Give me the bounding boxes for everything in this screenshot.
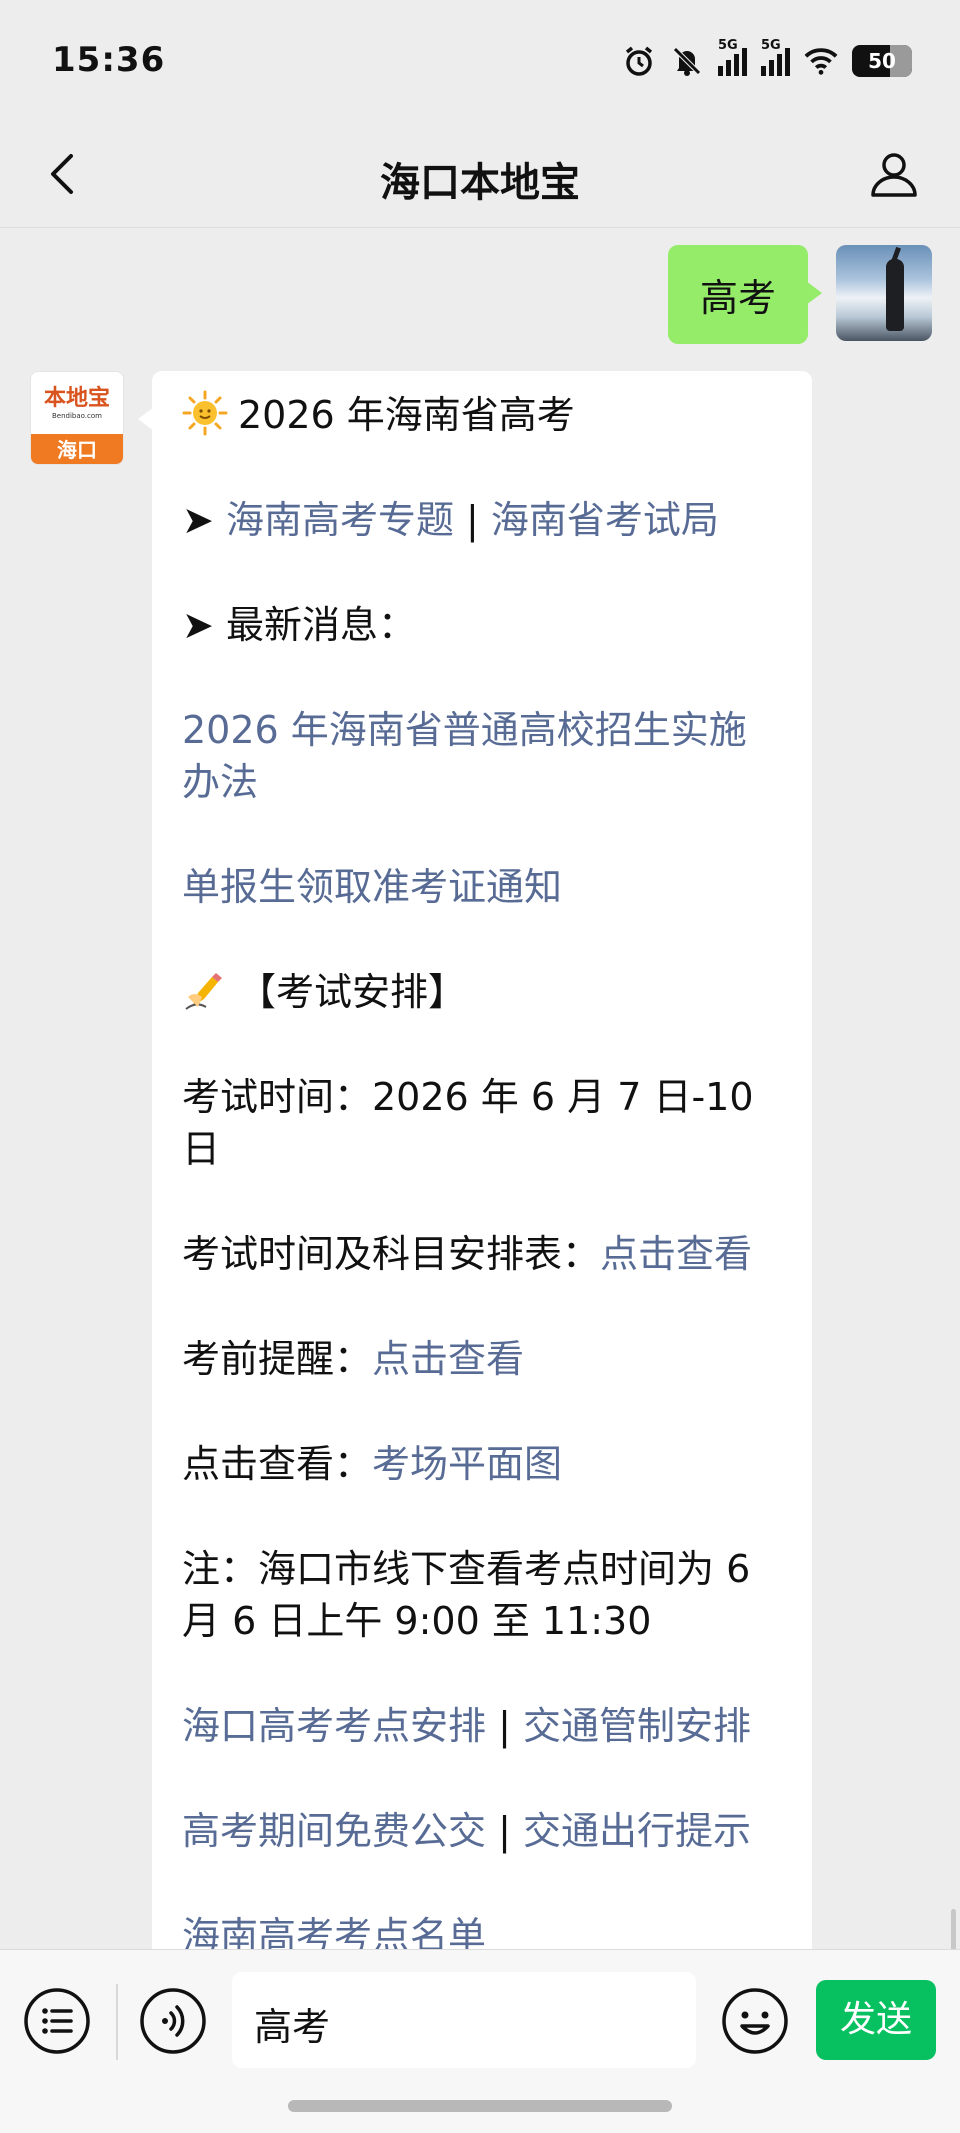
emoji-button[interactable] [720, 1986, 790, 2056]
link-reminder[interactable]: 点击查看 [372, 1337, 524, 1381]
status-time: 15:36 [52, 40, 166, 80]
arrow-icon: ➤ [182, 603, 214, 647]
latest-news-line: ➤ 最新消息： [182, 599, 782, 651]
schedule-line: 考试时间及科目安排表：点击查看 [182, 1228, 782, 1280]
status-bar: 15:36 5G 5G 50 [0, 0, 960, 120]
latest-news-label: 最新消息： [225, 603, 416, 647]
floorplan-label: 点击查看： [182, 1442, 373, 1486]
menu-button[interactable] [22, 1986, 92, 2056]
smiley-icon [722, 1988, 788, 2054]
signal-5g-icon-2: 5G [761, 38, 790, 76]
bus-travel-line: 高考期间免费公交 | 交通出行提示 [182, 1809, 751, 1853]
my-message-row: 高考 [667, 245, 932, 344]
floorplan-line: 点击查看：考场平面图 [182, 1438, 782, 1490]
arrow-icon: ➤ [182, 498, 214, 542]
exam-arrangement-line: 【考试安排】 [182, 966, 782, 1018]
topic-links-line: ➤ 海南高考专题 | 海南省考试局 [182, 498, 719, 542]
bot-logo-sub: Bendibao.com [51, 411, 102, 420]
input-divider [116, 1984, 118, 2060]
list-menu-icon [24, 1988, 90, 2054]
link-travel-tips[interactable]: 交通出行提示 [523, 1809, 751, 1853]
exam-arrangement-label: 【考试安排】 [238, 970, 467, 1014]
wifi-icon [804, 44, 838, 78]
exam-time-text: 考试时间：2026 年 6 月 7 日-10 日 [182, 1075, 754, 1171]
link-free-bus[interactable]: 高考期间免费公交 [182, 1809, 486, 1853]
link-traffic-control[interactable]: 交通管制安排 [523, 1704, 751, 1748]
user-icon [871, 153, 917, 197]
message-heading: 2026 年海南省高考 [238, 393, 575, 437]
mute-bell-icon [670, 44, 704, 78]
link-schedule[interactable]: 点击查看 [600, 1232, 752, 1276]
note-text: 注：海口市线下查看考点时间为 6 月 6 日上午 9:00 至 11:30 [182, 1547, 751, 1643]
nav-bar: 海口本地宝 [0, 120, 960, 228]
alarm-icon [622, 44, 656, 78]
send-button[interactable]: 发送 [816, 1980, 936, 2060]
reminder-label: 考前提醒： [182, 1337, 373, 1381]
profile-button[interactable] [862, 142, 926, 206]
message-heading-line: 2026 年海南省高考 [182, 389, 782, 441]
my-message-bubble[interactable]: 高考 [667, 245, 823, 344]
schedule-label: 考试时间及科目安排表： [182, 1232, 601, 1276]
sites-traffic-line: 海口高考考点安排 | 交通管制安排 [182, 1704, 751, 1748]
reminder-line: 考前提醒：点击查看 [182, 1333, 782, 1385]
home-indicator[interactable] [288, 2100, 672, 2112]
my-avatar[interactable] [836, 245, 932, 341]
writing-hand-icon [185, 973, 222, 1010]
chat-area[interactable]: 高考 本地宝 Bendibao.com 海口 2026 年海南省高考 ➤ 海南高… [0, 229, 960, 1949]
sun-icon [182, 390, 228, 436]
battery-icon: 50 [852, 45, 912, 77]
link-exam-sites-list[interactable]: 海南高考考点名单 [182, 1910, 782, 1949]
status-icons: 5G 5G 50 [622, 38, 912, 78]
bot-logo-text: 本地宝 [43, 384, 110, 411]
link-gaokao-topic[interactable]: 海南高考专题 [226, 498, 454, 542]
link-exam-bureau[interactable]: 海南省考试局 [491, 498, 719, 542]
signal-5g-icon-1: 5G [718, 38, 747, 76]
voice-button[interactable] [138, 1986, 208, 2056]
bot-message-bubble: 2026 年海南省高考 ➤ 海南高考专题 | 海南省考试局 ➤ 最新消息： 20… [138, 371, 812, 1949]
page-title: 海口本地宝 [380, 160, 580, 206]
message-input[interactable]: 高考 [232, 1972, 696, 2068]
bot-avatar[interactable]: 本地宝 Bendibao.com 海口 [30, 371, 124, 465]
bot-city-label: 海口 [31, 434, 123, 464]
link-admission-ticket-notice[interactable]: 单报生领取准考证通知 [182, 861, 782, 913]
link-admission-rules[interactable]: 2026 年海南省普通高校招生实施办法 [182, 704, 782, 808]
voice-icon [140, 1988, 206, 2054]
scrollbar-thumb[interactable] [951, 1909, 956, 1949]
link-haikou-exam-sites[interactable]: 海口高考考点安排 [182, 1704, 486, 1748]
link-floorplan[interactable]: 考场平面图 [372, 1442, 562, 1486]
